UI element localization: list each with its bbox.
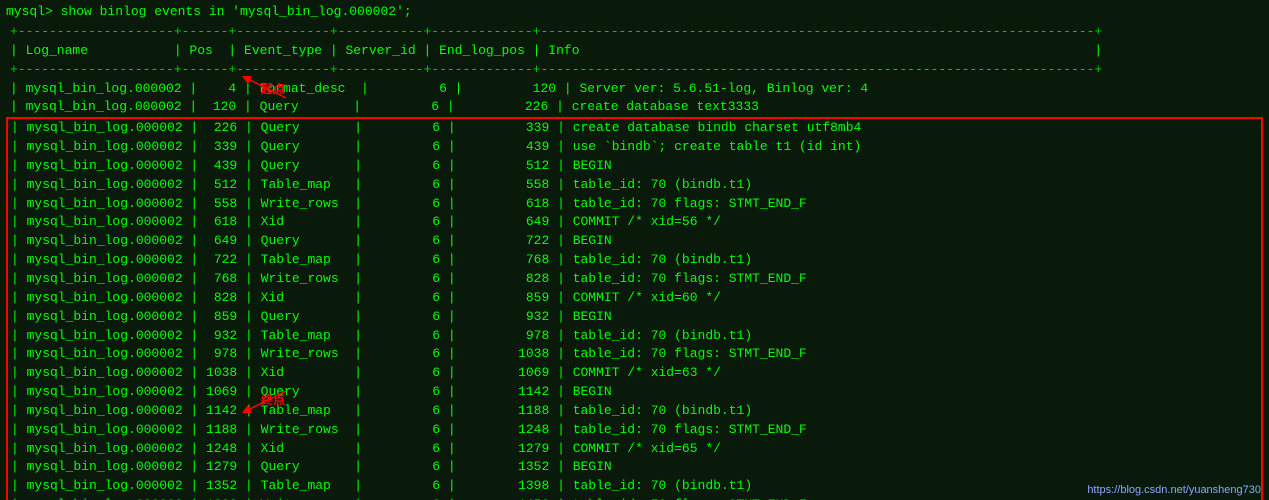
- table-row: | mysql_bin_log.000002 | 1069 | Query | …: [7, 383, 1262, 402]
- table-row: | mysql_bin_log.000002 | 1188 | Write_ro…: [7, 421, 1262, 440]
- table-row: | mysql_bin_log.000002 | 339 | Query | 6…: [7, 138, 1262, 157]
- start-annotation: 起点: [261, 80, 285, 97]
- table-row: | mysql_bin_log.000002 | 618 | Xid | 6 |…: [7, 213, 1262, 232]
- table-row: | mysql_bin_log.000002 | 512 | Table_map…: [7, 176, 1262, 195]
- binlog-table: +--------------------+------+-----------…: [6, 23, 1263, 500]
- table-row: | mysql_bin_log.000002 | 1248 | Xid | 6 …: [7, 440, 1262, 459]
- table-row: | mysql_bin_log.000002 | 4 | Format_desc…: [7, 80, 1262, 99]
- table-row: | mysql_bin_log.000002 | 828 | Xid | 6 |…: [7, 289, 1262, 308]
- table-row: | mysql_bin_log.000002 | 439 | Query | 6…: [7, 157, 1262, 176]
- table-row: | mysql_bin_log.000002 | 226 | Query | 6…: [7, 118, 1262, 138]
- table-header-row: | Log_name | Pos | Event_type | Server_i…: [7, 42, 1262, 61]
- table-row: | mysql_bin_log.000002 | 1142 | Table_ma…: [7, 402, 1262, 421]
- table-row: | mysql_bin_log.000002 | 768 | Write_row…: [7, 270, 1262, 289]
- separator: +--------------------+------+-----------…: [7, 61, 1262, 80]
- table-row: | mysql_bin_log.000002 | 1279 | Query | …: [7, 458, 1262, 477]
- table-row: | mysql_bin_log.000002 | 1352 | Table_ma…: [7, 477, 1262, 496]
- table-row: | mysql_bin_log.000002 | 859 | Query | 6…: [7, 308, 1262, 327]
- table-row: | mysql_bin_log.000002 | 1398 | Write_ro…: [7, 496, 1262, 500]
- table-row: | mysql_bin_log.000002 | 932 | Table_map…: [7, 327, 1262, 346]
- separator: +--------------------+------+-----------…: [7, 23, 1262, 42]
- watermark: https://blog.csdn.net/yuansheng730: [1087, 484, 1261, 496]
- table-header: | Log_name | Pos | Event_type | Server_i…: [7, 42, 1262, 61]
- table-row: | mysql_bin_log.000002 | 558 | Write_row…: [7, 195, 1262, 214]
- end-annotation: 终点: [261, 391, 285, 408]
- table-row: | mysql_bin_log.000002 | 722 | Table_map…: [7, 251, 1262, 270]
- terminal: mysql> show binlog events in 'mysql_bin_…: [0, 0, 1269, 500]
- table-row: | mysql_bin_log.000002 | 978 | Write_row…: [7, 345, 1262, 364]
- table-row: | mysql_bin_log.000002 | 120 | Query | 6…: [7, 98, 1262, 118]
- table-row: | mysql_bin_log.000002 | 649 | Query | 6…: [7, 232, 1262, 251]
- command-line: mysql> show binlog events in 'mysql_bin_…: [6, 4, 1263, 19]
- table-row: | mysql_bin_log.000002 | 1038 | Xid | 6 …: [7, 364, 1262, 383]
